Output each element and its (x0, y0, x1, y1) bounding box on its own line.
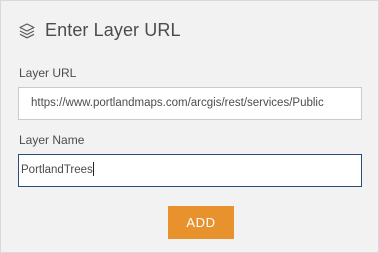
add-button[interactable]: ADD (168, 206, 234, 239)
panel-header: Enter Layer URL (18, 20, 181, 41)
layer-name-label: Layer Name (19, 133, 85, 147)
text-cursor (92, 161, 94, 176)
page-title: Enter Layer URL (45, 20, 181, 40)
layer-url-label: Layer URL (19, 66, 77, 80)
layers-icon (18, 22, 36, 40)
enter-layer-url-panel: Enter Layer URL Layer URL https://www.po… (0, 0, 379, 253)
layer-url-input[interactable]: https://www.portlandmaps.com/arcgis/rest… (18, 87, 362, 120)
layer-name-value: PortlandTrees (21, 164, 93, 176)
layer-name-input[interactable]: PortlandTrees (18, 154, 362, 187)
